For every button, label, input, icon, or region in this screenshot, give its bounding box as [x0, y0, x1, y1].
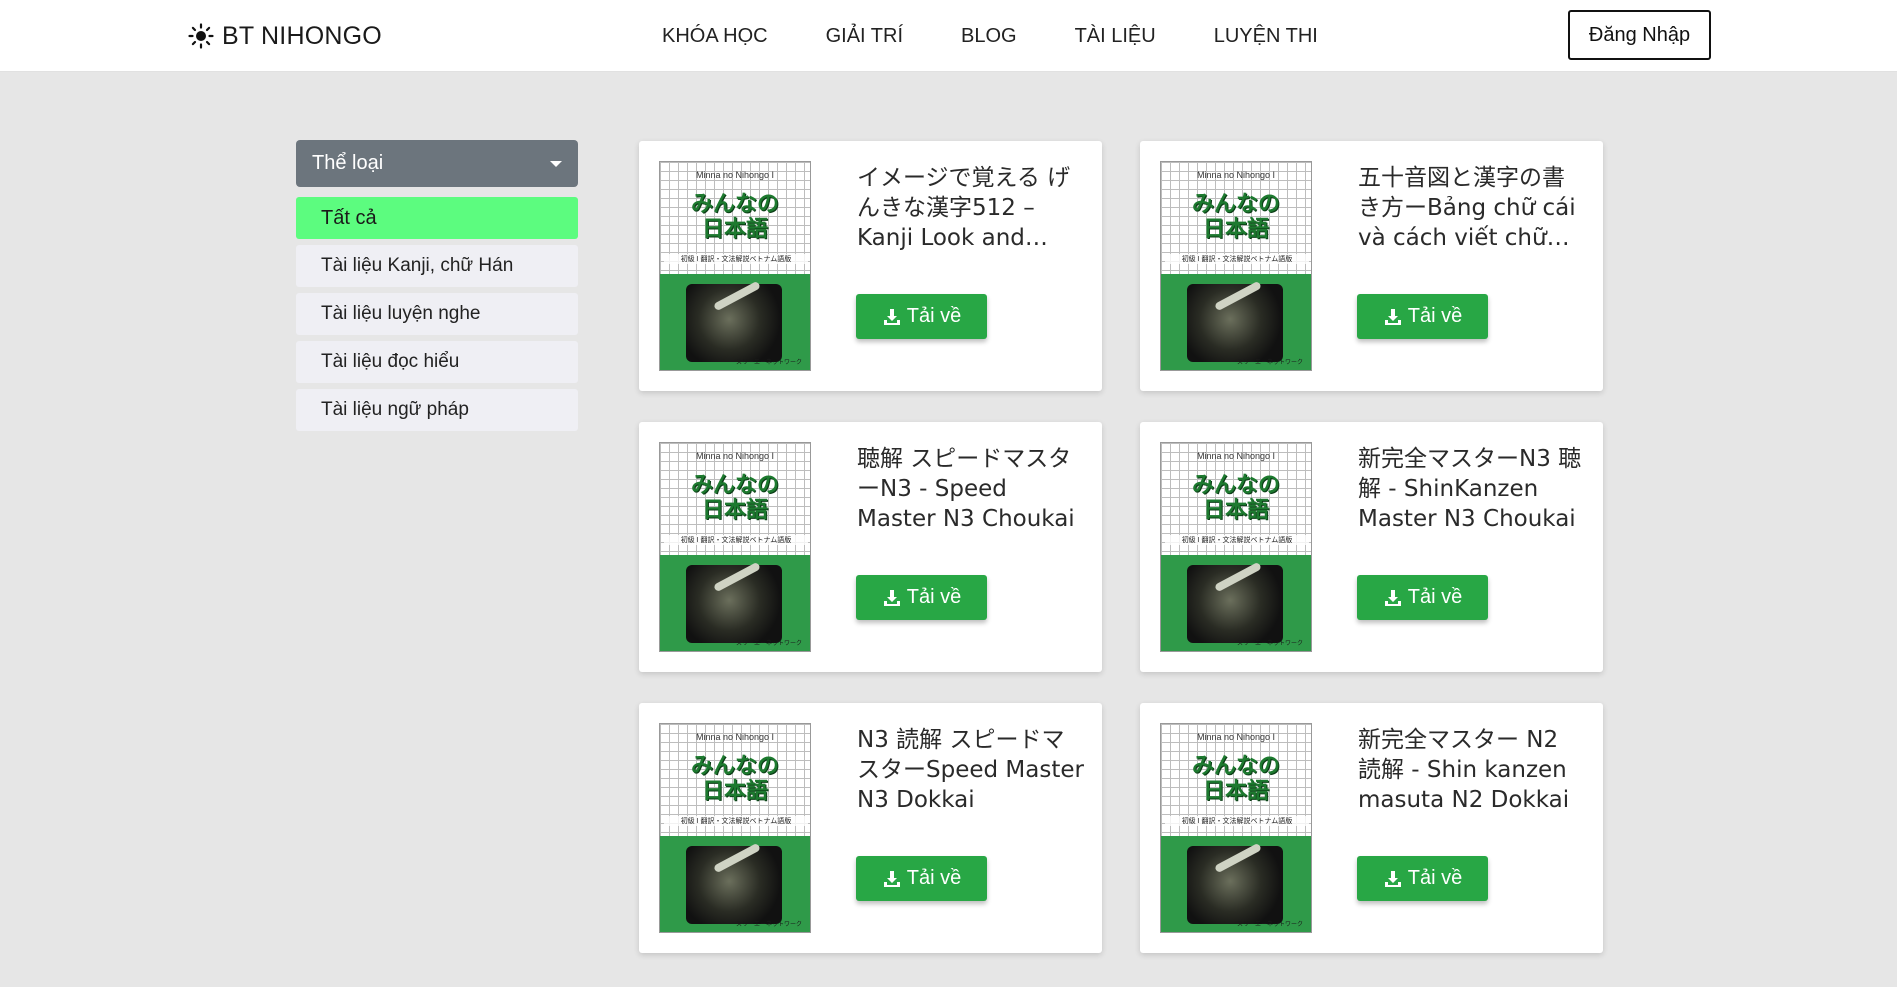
download-icon [1384, 589, 1401, 606]
cover-title: みんなの 日本語 [1191, 753, 1280, 804]
sun-icon [188, 23, 214, 49]
category-dropdown-label: Thể loại [312, 152, 384, 174]
book-cover-image[interactable]: Minna no Nihongo I みんなの 日本語 初級 I 翻訳・文法解説ベ… [659, 442, 811, 652]
cover-subtitle: 初級 I 翻訳・文法解説ベトナム語版 [1165, 816, 1309, 826]
book-cover-image[interactable]: Minna no Nihongo I みんなの 日本語 初級 I 翻訳・文法解説ベ… [659, 161, 811, 371]
document-title[interactable]: イメージで覚える げんきな漢字512 – Kanji Look and Lear… [857, 163, 1085, 255]
category-item-kanji[interactable]: Tài liệu Kanji, chữ Hán [296, 245, 578, 287]
download-button[interactable]: Tải về [1357, 575, 1488, 620]
cover-series: Minna no Nihongo I [1196, 451, 1276, 461]
download-icon [883, 589, 900, 606]
document-card: Minna no Nihongo I みんなの 日本語 初級 I 翻訳・文法解説ベ… [1140, 141, 1603, 391]
download-icon [1384, 870, 1401, 887]
category-item-reading[interactable]: Tài liệu đọc hiểu [296, 341, 578, 383]
cover-publisher: スリーエーネットワーク [1236, 360, 1303, 366]
category-item-listening[interactable]: Tài liệu luyện nghe [296, 293, 578, 335]
document-card: Minna no Nihongo I みんなの 日本語 初級 I 翻訳・文法解説ベ… [1140, 422, 1603, 672]
download-button[interactable]: Tải về [856, 294, 987, 339]
cover-publisher: スリーエーネットワーク [735, 641, 802, 647]
cover-publisher: スリーエーネットワーク [1236, 922, 1303, 928]
document-card: Minna no Nihongo I みんなの 日本語 初級 I 翻訳・文法解説ベ… [639, 422, 1102, 672]
category-list: Tất cả Tài liệu Kanji, chữ Hán Tài liệu … [296, 197, 578, 431]
cover-series: Minna no Nihongo I [695, 451, 775, 461]
brand-logo[interactable]: BT NIHONGO [188, 19, 382, 53]
book-cover-image[interactable]: Minna no Nihongo I みんなの 日本語 初級 I 翻訳・文法解説ベ… [1160, 161, 1312, 371]
document-title[interactable]: N3 読解 スピードマスターSpeed Master N3 Dokkai [857, 725, 1085, 817]
cover-title: みんなの 日本語 [1191, 191, 1280, 242]
document-card: Minna no Nihongo I みんなの 日本語 初級 I 翻訳・文法解説ベ… [639, 141, 1102, 391]
download-icon [1384, 308, 1401, 325]
document-title[interactable]: 新完全マスター N2 読解 - Shin kanzen masuta N2 Do… [1358, 725, 1586, 817]
document-title[interactable]: 新完全マスターN3 聴解 - ShinKanzen Master N3 Chou… [1358, 444, 1586, 536]
category-item-grammar[interactable]: Tài liệu ngữ pháp [296, 389, 578, 431]
nav-giai-tri[interactable]: GIẢI TRÍ [797, 22, 932, 50]
cover-series: Minna no Nihongo I [1196, 732, 1276, 742]
cover-publisher: スリーエーネットワーク [735, 922, 802, 928]
document-title[interactable]: 五十音図と漢字の書き方ーBảng chữ cái và cách viết ch… [1358, 163, 1586, 255]
book-cover-image[interactable]: Minna no Nihongo I みんなの 日本語 初級 I 翻訳・文法解説ベ… [659, 723, 811, 933]
download-icon [883, 308, 900, 325]
cover-series: Minna no Nihongo I [695, 732, 775, 742]
category-item-all[interactable]: Tất cả [296, 197, 578, 239]
brand-name: BT NIHONGO [222, 21, 382, 50]
cover-series: Minna no Nihongo I [695, 170, 775, 180]
login-button[interactable]: Đăng Nhập [1568, 10, 1711, 60]
download-label: Tải về [1407, 867, 1463, 889]
book-cover-image[interactable]: Minna no Nihongo I みんなの 日本語 初級 I 翻訳・文法解説ベ… [1160, 442, 1312, 652]
category-sidebar: Thể loại Tất cả Tài liệu Kanji, chữ Hán … [296, 140, 578, 437]
cover-title: みんなの 日本語 [690, 191, 779, 242]
cover-publisher: スリーエーネットワーク [735, 360, 802, 366]
download-button[interactable]: Tải về [1357, 856, 1488, 901]
nav-tai-lieu[interactable]: TÀI LIỆU [1046, 22, 1185, 50]
cover-subtitle: 初級 I 翻訳・文法解説ベトナム語版 [1165, 535, 1309, 545]
cover-subtitle: 初級 I 翻訳・文法解説ベトナム語版 [664, 254, 808, 264]
nav-luyen-thi[interactable]: LUYỆN THI [1185, 22, 1347, 50]
download-button[interactable]: Tải về [856, 856, 987, 901]
cover-publisher: スリーエーネットワーク [1236, 641, 1303, 647]
cover-title: みんなの 日本語 [690, 472, 779, 523]
download-label: Tải về [906, 586, 962, 608]
document-card: Minna no Nihongo I みんなの 日本語 初級 I 翻訳・文法解説ベ… [1140, 703, 1603, 953]
cover-subtitle: 初級 I 翻訳・文法解説ベトナム語版 [1165, 254, 1309, 264]
caret-down-icon [550, 161, 562, 167]
document-title[interactable]: 聴解 スピードマスターN3 - Speed Master N3 Choukai [857, 444, 1085, 536]
download-label: Tải về [906, 305, 962, 327]
cover-subtitle: 初級 I 翻訳・文法解説ベトナム語版 [664, 535, 808, 545]
download-label: Tải về [906, 867, 962, 889]
document-card: Minna no Nihongo I みんなの 日本語 初級 I 翻訳・文法解説ベ… [639, 703, 1102, 953]
cover-series: Minna no Nihongo I [1196, 170, 1276, 180]
book-cover-image[interactable]: Minna no Nihongo I みんなの 日本語 初級 I 翻訳・文法解説ベ… [1160, 723, 1312, 933]
cover-title: みんなの 日本語 [690, 753, 779, 804]
main-nav: KHÓA HỌC GIẢI TRÍ BLOG TÀI LIỆU LUYỆN TH… [662, 22, 1347, 50]
navbar: BT NIHONGO KHÓA HỌC GIẢI TRÍ BLOG TÀI LI… [0, 0, 1897, 72]
cover-title: みんなの 日本語 [1191, 472, 1280, 523]
nav-khoa-hoc[interactable]: KHÓA HỌC [662, 22, 797, 50]
category-dropdown[interactable]: Thể loại [296, 140, 578, 187]
nav-blog[interactable]: BLOG [932, 22, 1046, 50]
download-label: Tải về [1407, 586, 1463, 608]
download-button[interactable]: Tải về [856, 575, 987, 620]
download-button[interactable]: Tải về [1357, 294, 1488, 339]
download-label: Tải về [1407, 305, 1463, 327]
download-icon [883, 870, 900, 887]
cover-subtitle: 初級 I 翻訳・文法解説ベトナム語版 [664, 816, 808, 826]
